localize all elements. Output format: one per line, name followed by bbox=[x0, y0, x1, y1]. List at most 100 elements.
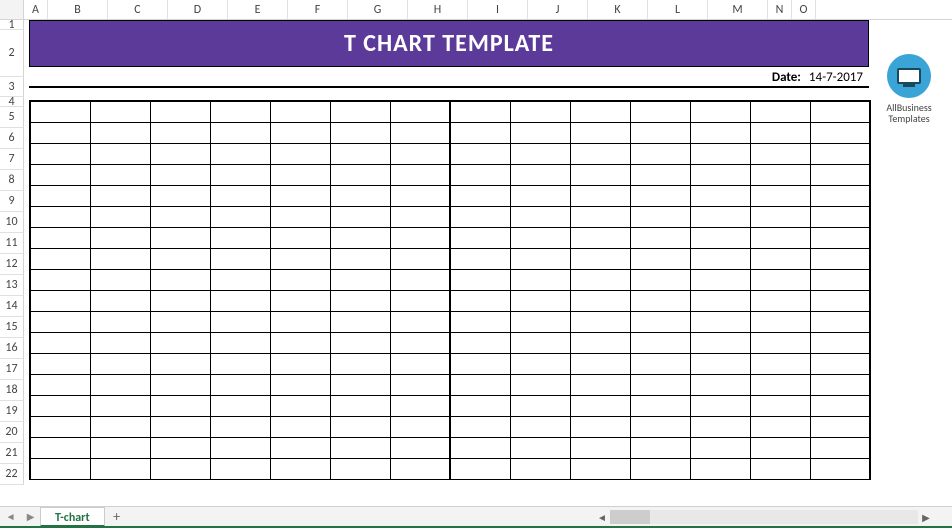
tchart-cell[interactable] bbox=[210, 332, 270, 353]
tchart-cell[interactable] bbox=[570, 206, 630, 227]
tchart-cell[interactable] bbox=[450, 458, 510, 479]
tchart-cell[interactable] bbox=[570, 416, 630, 437]
col-header[interactable]: H bbox=[408, 0, 468, 19]
tchart-cell[interactable] bbox=[630, 290, 690, 311]
tchart-cell[interactable] bbox=[630, 332, 690, 353]
tchart-cell[interactable] bbox=[450, 101, 510, 122]
tchart-cell[interactable] bbox=[570, 248, 630, 269]
tchart-cell[interactable] bbox=[210, 437, 270, 458]
tchart-cell[interactable] bbox=[810, 332, 870, 353]
tchart-cell[interactable] bbox=[750, 395, 810, 416]
tchart-cell[interactable] bbox=[510, 458, 570, 479]
col-header[interactable]: G bbox=[348, 0, 408, 19]
tchart-cell[interactable] bbox=[270, 206, 330, 227]
tchart-cell[interactable] bbox=[30, 416, 90, 437]
col-header[interactable]: E bbox=[228, 0, 288, 19]
tchart-cell[interactable] bbox=[570, 353, 630, 374]
tchart-cell[interactable] bbox=[690, 206, 750, 227]
tchart-cell[interactable] bbox=[690, 416, 750, 437]
tchart-cell[interactable] bbox=[30, 395, 90, 416]
tchart-cell[interactable] bbox=[90, 437, 150, 458]
t-chart-grid[interactable] bbox=[29, 100, 871, 480]
tchart-cell[interactable] bbox=[390, 332, 450, 353]
tchart-cell[interactable] bbox=[450, 311, 510, 332]
tchart-cell[interactable] bbox=[210, 248, 270, 269]
tchart-cell[interactable] bbox=[330, 311, 390, 332]
tchart-cell[interactable] bbox=[150, 290, 210, 311]
row-header[interactable]: 13 bbox=[0, 275, 24, 296]
tchart-cell[interactable] bbox=[690, 122, 750, 143]
tchart-cell[interactable] bbox=[510, 164, 570, 185]
tab-nav-left-icon[interactable]: ◄ bbox=[6, 510, 16, 523]
tab-nav[interactable]: ◄ ▶ bbox=[0, 510, 40, 523]
tchart-cell[interactable] bbox=[330, 206, 390, 227]
tchart-cell[interactable] bbox=[90, 185, 150, 206]
row-header[interactable]: 18 bbox=[0, 380, 24, 401]
tchart-cell[interactable] bbox=[450, 290, 510, 311]
col-header[interactable]: J bbox=[528, 0, 588, 19]
tchart-cell[interactable] bbox=[810, 185, 870, 206]
tchart-cell[interactable] bbox=[90, 206, 150, 227]
col-header[interactable]: K bbox=[588, 0, 648, 19]
tchart-cell[interactable] bbox=[270, 395, 330, 416]
tchart-cell[interactable] bbox=[270, 311, 330, 332]
tchart-cell[interactable] bbox=[570, 101, 630, 122]
col-header[interactable]: C bbox=[108, 0, 168, 19]
tchart-cell[interactable] bbox=[570, 437, 630, 458]
tchart-cell[interactable] bbox=[270, 164, 330, 185]
tchart-cell[interactable] bbox=[690, 101, 750, 122]
tchart-cell[interactable] bbox=[570, 458, 630, 479]
tchart-cell[interactable] bbox=[90, 458, 150, 479]
tchart-cell[interactable] bbox=[30, 206, 90, 227]
row-header[interactable]: 2 bbox=[0, 30, 24, 77]
tchart-cell[interactable] bbox=[510, 101, 570, 122]
row-header[interactable]: 3 bbox=[0, 77, 24, 97]
tchart-cell[interactable] bbox=[630, 101, 690, 122]
tchart-cell[interactable] bbox=[390, 101, 450, 122]
scroll-right-icon[interactable]: ▶ bbox=[918, 511, 934, 524]
col-header[interactable]: D bbox=[168, 0, 228, 19]
tchart-cell[interactable] bbox=[210, 101, 270, 122]
tchart-cell[interactable] bbox=[150, 185, 210, 206]
tchart-cell[interactable] bbox=[270, 101, 330, 122]
tchart-cell[interactable] bbox=[750, 227, 810, 248]
tchart-cell[interactable] bbox=[750, 416, 810, 437]
tchart-cell[interactable] bbox=[390, 437, 450, 458]
tchart-cell[interactable] bbox=[210, 164, 270, 185]
tchart-cell[interactable] bbox=[810, 227, 870, 248]
tchart-cell[interactable] bbox=[630, 227, 690, 248]
tchart-cell[interactable] bbox=[450, 332, 510, 353]
col-header[interactable]: M bbox=[708, 0, 768, 19]
tchart-cell[interactable] bbox=[570, 185, 630, 206]
tchart-cell[interactable] bbox=[570, 290, 630, 311]
tchart-cell[interactable] bbox=[690, 227, 750, 248]
tchart-cell[interactable] bbox=[630, 122, 690, 143]
horizontal-scrollbar[interactable]: ◄ ▶ bbox=[594, 508, 934, 526]
worksheet-area[interactable]: T CHART TEMPLATE Date: 14-7-2017 AllBusi… bbox=[24, 20, 952, 485]
col-header[interactable]: A bbox=[24, 0, 48, 19]
tchart-cell[interactable] bbox=[450, 416, 510, 437]
tchart-cell[interactable] bbox=[150, 101, 210, 122]
tchart-cell[interactable] bbox=[270, 416, 330, 437]
tchart-cell[interactable] bbox=[150, 395, 210, 416]
tchart-cell[interactable] bbox=[390, 143, 450, 164]
tchart-cell[interactable] bbox=[270, 290, 330, 311]
tchart-cell[interactable] bbox=[90, 311, 150, 332]
tchart-cell[interactable] bbox=[30, 374, 90, 395]
tchart-cell[interactable] bbox=[630, 458, 690, 479]
tchart-cell[interactable] bbox=[150, 353, 210, 374]
tchart-cell[interactable] bbox=[330, 122, 390, 143]
tchart-cell[interactable] bbox=[690, 458, 750, 479]
tchart-cell[interactable] bbox=[630, 185, 690, 206]
tchart-cell[interactable] bbox=[210, 122, 270, 143]
tchart-cell[interactable] bbox=[30, 332, 90, 353]
tchart-cell[interactable] bbox=[210, 353, 270, 374]
row-header[interactable]: 7 bbox=[0, 149, 24, 170]
tchart-cell[interactable] bbox=[210, 395, 270, 416]
tchart-cell[interactable] bbox=[630, 416, 690, 437]
tchart-cell[interactable] bbox=[510, 416, 570, 437]
tchart-cell[interactable] bbox=[210, 227, 270, 248]
row-header[interactable]: 12 bbox=[0, 254, 24, 275]
tchart-cell[interactable] bbox=[330, 332, 390, 353]
tchart-cell[interactable] bbox=[810, 416, 870, 437]
